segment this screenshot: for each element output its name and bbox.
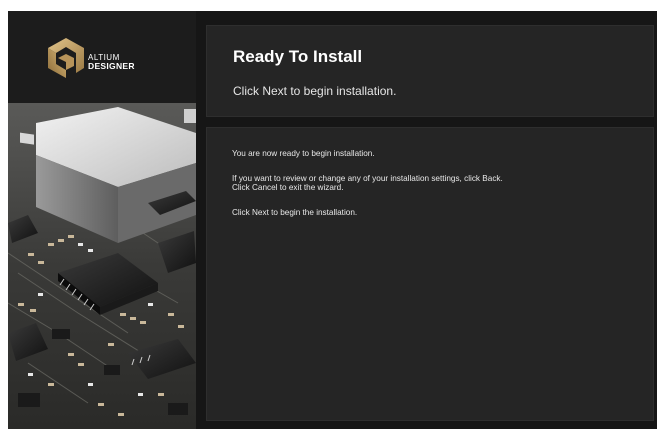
page-title: Ready To Install	[233, 47, 363, 66]
brand-line2: DESIGNER	[88, 61, 135, 71]
installer-window: ALTIUM DESIGNER Ready To Install Click N…	[8, 11, 657, 429]
brand-area: ALTIUM DESIGNER	[8, 11, 196, 103]
page-subtitle: Click Next to begin installation.	[233, 84, 397, 98]
sidebar: ALTIUM DESIGNER	[8, 11, 196, 429]
ready-message: You are now ready to begin installation.	[232, 149, 375, 158]
review-message: If you want to review or change any of y…	[232, 174, 503, 183]
next-message: Click Next to begin the installation.	[232, 208, 358, 217]
brand-wordmark: ALTIUM DESIGNER	[88, 53, 135, 71]
cancel-message: Click Cancel to exit the wizard.	[232, 183, 344, 192]
altium-logo-icon	[48, 38, 84, 78]
circuit-board-illustration	[8, 103, 196, 429]
header-panel: Ready To Install Click Next to begin ins…	[206, 25, 654, 117]
content-panel: You are now ready to begin installation.…	[206, 127, 654, 421]
